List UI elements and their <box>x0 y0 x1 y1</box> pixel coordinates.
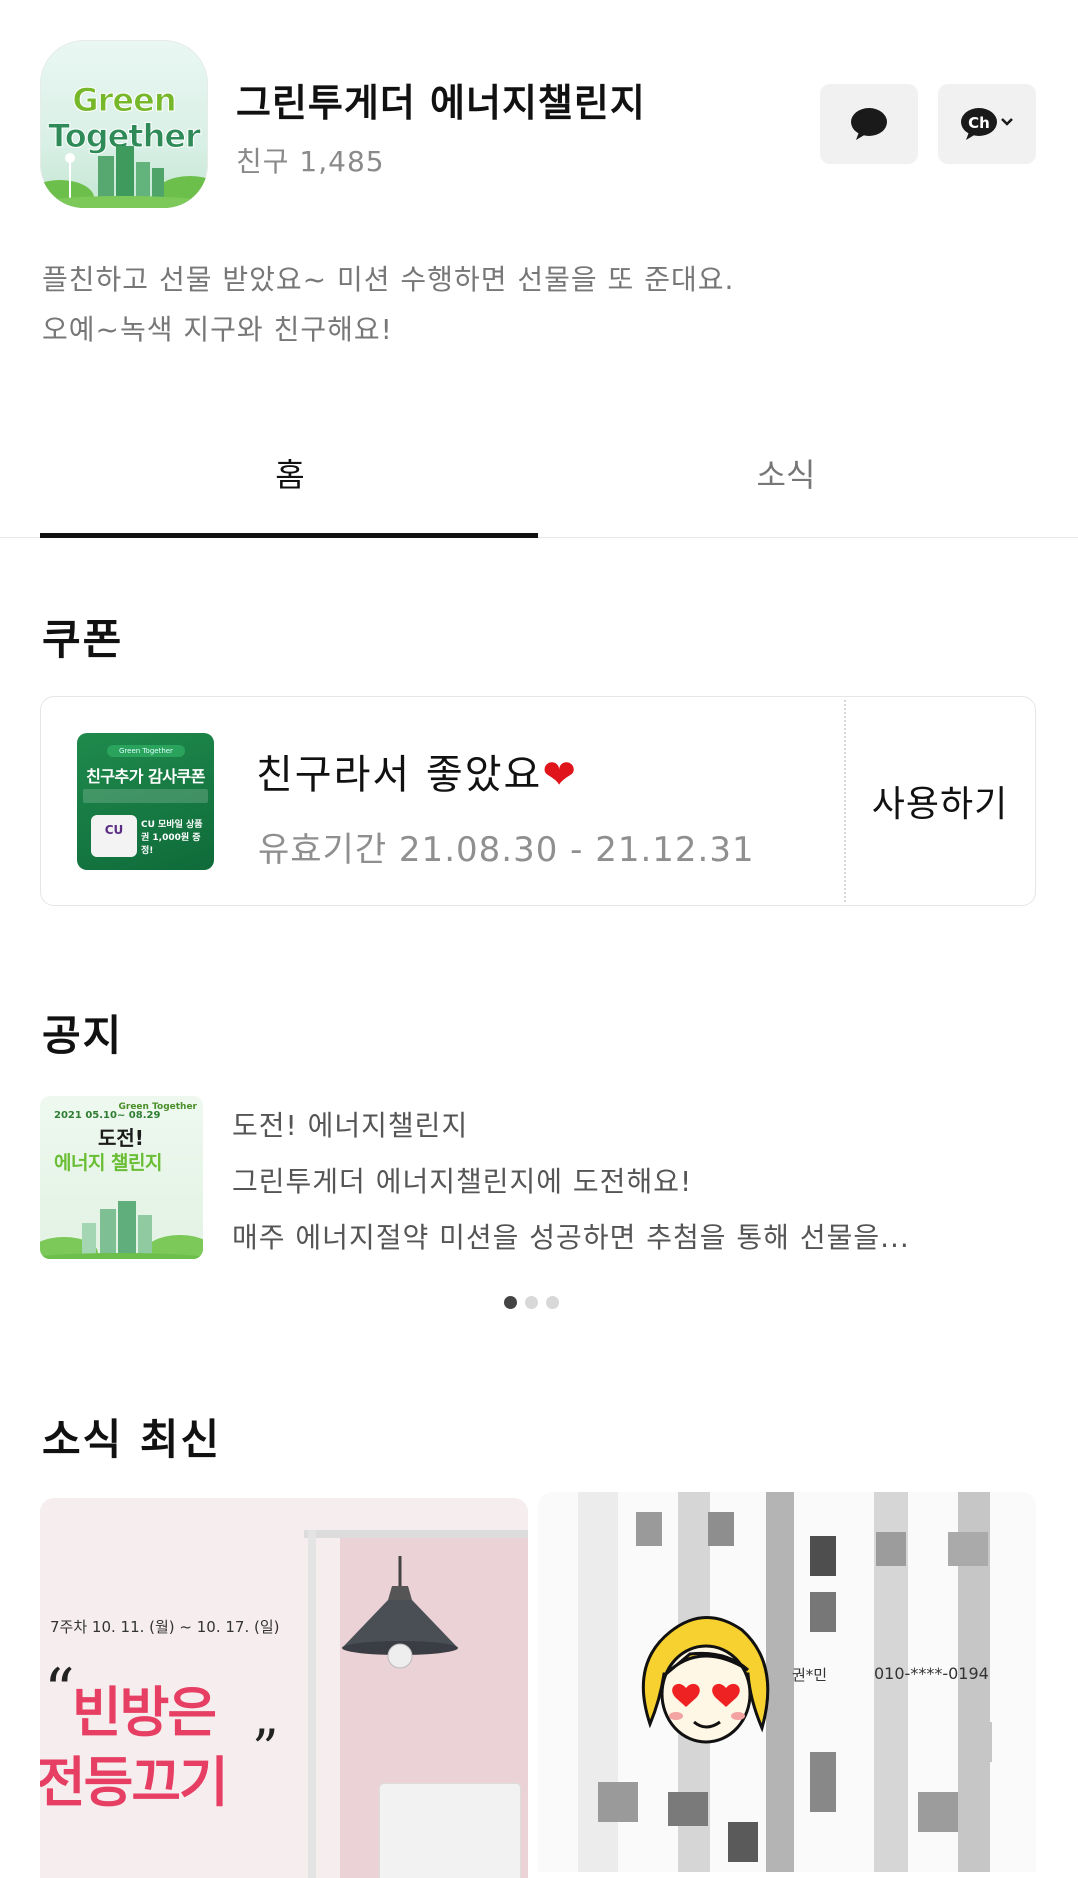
news-card[interactable]: 7주차 10. 11. (월) ~ 10. 17. (일) “ 빈방은 ” 전등… <box>40 1498 528 1878</box>
channel-ch-label: Ch <box>968 114 990 132</box>
city-illustration <box>40 146 208 208</box>
channel-profile-image[interactable]: Green Together <box>40 40 208 208</box>
mosaic-block <box>668 1792 708 1826</box>
news-card-headline: 전등끄기 <box>40 1751 229 1814</box>
cu-logo: CU <box>91 815 137 857</box>
notice-text-line: 매주 에너지절약 미션을 성공하면 추첨을 통해 선물을... <box>232 1221 910 1254</box>
news-card[interactable]: 권*민 010-****-0194 <box>538 1492 1036 1872</box>
notice-section-title: 공지 <box>42 1011 124 1060</box>
mosaic-block <box>708 1512 734 1546</box>
coupon-title: 친구라서 좋았요❤ <box>256 742 578 800</box>
chevron-down-icon <box>1001 118 1013 126</box>
channel-description-line: 플친하고 선물 받았요~ 미션 수행하면 선물을 또 준대요. <box>42 263 735 296</box>
mosaic-block <box>728 1822 758 1862</box>
logo-text-green: Green <box>72 81 177 119</box>
coupon-thumbnail: Green Together 친구추가 감사쿠폰 CU CU 모바일 상품권 1… <box>77 733 214 870</box>
coupon-thumb-title: 친구추가 감사쿠폰 <box>86 767 205 786</box>
masked-phone: 010-****-0194 <box>874 1664 989 1683</box>
channel-menu-button[interactable]: Ch <box>938 84 1036 164</box>
tab-news[interactable]: 소식 <box>536 450 1036 496</box>
channel-name: 그린투게더 에너지챌린지 <box>236 81 646 125</box>
coupon-thumb-subtext <box>83 789 208 803</box>
notice-thumb-title2: 에너지 챌린지 <box>54 1152 163 1174</box>
lamp-icon <box>342 1556 458 1669</box>
mosaic-block <box>598 1782 638 1822</box>
notice-thumbnail[interactable]: 2021 05.10~ 08.29 Green Together 도전! 에너지… <box>40 1096 203 1259</box>
coupon-thumb-gift: CU 모바일 상품권 1,000원 증정! <box>141 820 203 856</box>
coupon-validity: 유효기간 21.08.30 - 21.12.31 <box>258 830 755 870</box>
mosaic-block <box>810 1592 836 1632</box>
mosaic-block <box>810 1536 836 1576</box>
channel-ch-icon: Ch <box>961 108 1013 140</box>
pagination-dot[interactable] <box>525 1296 538 1309</box>
pagination-dot-active[interactable] <box>504 1296 517 1309</box>
heart-icon: ❤ <box>542 752 578 798</box>
mosaic-block <box>958 1722 992 1762</box>
notice-title[interactable]: 도전! 에너지챌린지 <box>232 1104 468 1144</box>
quote-open: “ <box>44 1656 75 1726</box>
mosaic-block <box>876 1532 906 1566</box>
city-illustration <box>40 1201 203 1259</box>
latest-news-section-title: 소식 최신 <box>42 1415 222 1464</box>
speech-bubble-icon <box>851 108 887 140</box>
chat-button[interactable] <box>820 84 918 164</box>
pagination-dot[interactable] <box>546 1296 559 1309</box>
coupon-use-button[interactable]: 사용하기 <box>846 700 1034 902</box>
coupon-thumb-badge: Green Together <box>107 745 185 757</box>
news-card-headline: 빈방은 <box>72 1681 217 1744</box>
news-card-door-frame <box>304 1530 528 1538</box>
mosaic-block <box>918 1792 958 1832</box>
news-card-door-post <box>308 1530 316 1878</box>
mosaic-block <box>948 1532 988 1566</box>
quote-close: ” <box>252 1720 279 1780</box>
notice-text-line: 그린투게더 에너지챌린지에 도전해요! <box>232 1165 693 1198</box>
mosaic-block <box>636 1512 662 1546</box>
friends-count: 친구 1,485 <box>236 145 385 178</box>
news-card-week: 7주차 10. 11. (월) ~ 10. 17. (일) <box>50 1618 280 1636</box>
masked-name: 권*민 <box>792 1666 828 1684</box>
light-switch-image <box>380 1784 520 1878</box>
mosaic-block <box>810 1752 836 1812</box>
coupon-section-title: 쿠폰 <box>42 615 124 664</box>
coupon-title-text: 친구라서 좋았요 <box>256 752 543 798</box>
notice-thumb-title1: 도전! <box>98 1126 144 1150</box>
notice-pagination[interactable] <box>504 1296 559 1309</box>
channel-description-line: 오예~녹색 지구와 친구해요! <box>42 313 393 346</box>
character-face-icon <box>641 1616 770 1744</box>
active-tab-indicator <box>40 533 538 538</box>
tab-home[interactable]: 홈 <box>40 450 540 496</box>
notice-thumb-brand: Green Together <box>118 1102 198 1112</box>
